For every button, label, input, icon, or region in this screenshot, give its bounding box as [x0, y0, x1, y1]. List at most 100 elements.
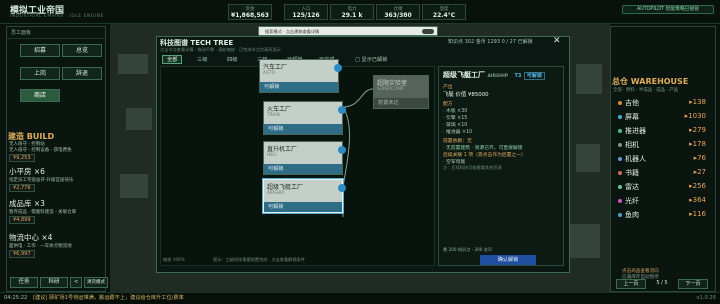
req-line: 后续关联 1 项（高点击作为后置之一）	[443, 153, 526, 158]
warehouse-row[interactable]: 屏幕 ▸1030	[618, 112, 710, 125]
close-icon[interactable]: ✕	[553, 36, 561, 46]
item-name: 相机	[625, 141, 639, 149]
page-indicator: 5 / 5	[656, 280, 668, 286]
tech-node-sub: HELI	[267, 153, 277, 158]
resource-money: 资金 ¥1,868,563	[228, 4, 272, 20]
prev-page-button[interactable]: 上一页	[616, 279, 646, 289]
item-dot-icon	[618, 129, 622, 133]
recruit-button[interactable]: 招募	[20, 44, 60, 57]
info-icon[interactable]	[334, 64, 342, 72]
build-item-price: ¥2,776	[9, 184, 35, 192]
tech-node-auto[interactable]: 汽车工厂 AUTO 可解锁	[259, 59, 342, 93]
tech-tree-canvas[interactable]: 汽车工厂 AUTO 可解锁 火车工厂 TRAIN 可解锁 直升机工厂 HELI …	[160, 59, 435, 266]
search-mode-bar[interactable]: 搜索模式 · 点击建筑查看详情	[258, 26, 438, 36]
item-name: 机器人	[625, 155, 646, 163]
clear-mode-button[interactable]: 清货模式	[84, 277, 108, 288]
recipe-line: · 木板 ×30	[443, 109, 468, 114]
item-qty: ▸1030	[684, 112, 706, 120]
item-qty: ▸178	[689, 140, 706, 148]
status-message: [建议] 顾矿场1号待运堆满，搬运跟不上，建议给仓库升工位/费率	[32, 295, 184, 301]
tech-node-name: 超限实验室	[377, 80, 408, 87]
detail-output: 飞艇 价值 ¥85000	[443, 92, 489, 98]
tech-node-heli[interactable]: 直升机工厂 HELI 可解锁	[263, 141, 346, 175]
resource-temperature: 温度 22.4°C	[422, 4, 466, 20]
build-item-logistics-center[interactable]: 物流中心 ×4 面供电 · 工作 · 一车体点物流地 ¥6,997	[9, 232, 105, 258]
detail-tier: T3	[514, 73, 522, 79]
info-icon[interactable]	[338, 184, 346, 192]
item-name: 雷达	[625, 183, 639, 191]
tab-all[interactable]: 全部	[162, 55, 183, 64]
search-mode-text: 搜索模式 · 点击建筑查看详情	[265, 29, 320, 34]
tech-node-train[interactable]: 火车工厂 TRAIN 可解锁	[263, 101, 346, 135]
warehouse-row[interactable]: 吉他 ▸138	[618, 98, 710, 111]
build-item-desc: 无人值守 · 控制设备 · 获电费免	[9, 148, 72, 153]
warehouse-row[interactable]: 相机 ▸178	[618, 140, 710, 153]
item-qty: ▸116	[689, 210, 706, 218]
overview-button[interactable]: 总览	[62, 44, 102, 57]
warehouse-row[interactable]: 机器人 ▸76	[618, 154, 710, 167]
req-line: · 无前置建筑 · 资源已齐，可直接解锁	[443, 146, 523, 151]
research-button[interactable]: 科研	[40, 277, 68, 288]
item-name: 鱼肉	[625, 211, 639, 219]
version-label: v1.0.26	[696, 295, 716, 301]
item-dot-icon	[618, 213, 622, 217]
resource-storage: 仓储 363/380	[376, 4, 420, 20]
resource-population: 人口 125/126	[284, 4, 328, 20]
filter-unlocked-checkbox[interactable]: □ 显示已解锁	[350, 55, 393, 64]
warehouse-row[interactable]: 书籍 ▸27	[618, 168, 710, 181]
tech-node-status: 前置未达	[374, 98, 428, 108]
warehouse-row[interactable]: 鱼肉 ▸116	[618, 210, 710, 223]
tech-node-status: 可解锁	[264, 164, 342, 174]
item-dot-icon	[618, 101, 622, 105]
detail-title: 超级飞艇工厂	[443, 71, 485, 79]
resource-power: 电力 29.1 k	[330, 4, 374, 20]
tasks-button[interactable]: 任务	[10, 277, 38, 288]
item-dot-icon	[618, 115, 622, 119]
req-note: 注：后续科技可能需要其他资源	[443, 165, 502, 170]
build-item-product-depot[interactable]: 成品库 ×3 暂存成品 · 需搬料建造 · 关联仓库 ¥4,899	[9, 198, 105, 224]
warehouse-filter[interactable]: 全部 · 原料 · 半成品 · 成品 · 产品	[613, 87, 678, 93]
modal-stats: 知识点 302 金币 1293 0 / 27 已解锁	[448, 39, 533, 45]
tech-detail-panel: 超级飞艇工厂 AIRSHIP T3 可解锁 产出 飞艇 价值 ¥85000 配方…	[438, 66, 564, 266]
tech-node-supercomp[interactable]: 超限实验室 SUPERCOMP 前置未达	[373, 75, 429, 109]
item-dot-icon	[618, 171, 622, 175]
item-qty: ▸279	[689, 126, 706, 134]
item-name: 屏幕	[625, 113, 639, 121]
tab-tier3[interactable]: 三级	[192, 55, 212, 64]
build-item-bungalow[interactable]: 小平房 ×6 指定员工宅宿舍开·升级宜居快乐 ¥2,776	[9, 166, 105, 192]
collapse-button[interactable]: <	[70, 277, 82, 288]
tech-node-airship[interactable]: 超级飞艇工厂 AIRSHIP 可解锁	[263, 179, 346, 213]
next-page-button[interactable]: 下一页	[678, 279, 708, 289]
confirm-unlock-button[interactable]: 确认解锁	[480, 255, 536, 265]
resource-storage-value: 363/380	[384, 12, 412, 19]
detail-sub: AIRSHIP	[487, 74, 509, 79]
warehouse-row[interactable]: 光纤 ▸364	[618, 196, 710, 209]
item-dot-icon	[618, 185, 622, 189]
assign-button[interactable]: 上岗	[20, 67, 60, 80]
item-qty: ▸76	[693, 154, 706, 162]
tech-node-sub: AIRSHIP	[267, 191, 285, 196]
resource-money-value: ¥1,868,563	[231, 12, 269, 19]
shop-button[interactable]: 商店	[20, 89, 60, 102]
info-icon[interactable]	[338, 106, 346, 114]
build-item-control-station[interactable]: 无人值守 · 控制站 无人值守 · 控制设备 · 获电费免 ¥9,253	[9, 141, 105, 162]
resource-population-value: 125/126	[292, 12, 320, 19]
resource-temperature-value: 22.4°C	[432, 12, 456, 19]
tech-node-name: 超级飞艇工厂	[267, 184, 304, 191]
tech-node-sub: TRAIN	[267, 113, 280, 118]
warehouse-header: 总仓 WAREHOUSE	[612, 77, 689, 86]
warehouse-row[interactable]: 推进器 ▸279	[618, 126, 710, 139]
recipe-line: · 引擎 ×15	[443, 116, 468, 121]
item-qty: ▸364	[689, 196, 706, 204]
modal-hint: 点击节点查看详情 · 拖动平移 · 滚轮缩放 · 已完成节点为高亮显示	[160, 47, 281, 52]
tab-tier4[interactable]: 四级	[222, 55, 242, 64]
left-panel-title: 员工面板	[7, 27, 105, 39]
warehouse-row[interactable]: 雷达 ▸256	[618, 182, 710, 195]
info-icon[interactable]	[338, 146, 346, 154]
build-item-name: 物流中心 ×4	[9, 233, 53, 242]
autopilot-toggle[interactable]: AUTOPILOT 智能策略已接管	[622, 5, 714, 14]
item-name: 吉他	[625, 99, 639, 107]
dismiss-button[interactable]: 辞退	[62, 67, 102, 80]
build-item-name: 成品库 ×3	[9, 199, 45, 208]
search-close-button[interactable]	[422, 29, 434, 34]
